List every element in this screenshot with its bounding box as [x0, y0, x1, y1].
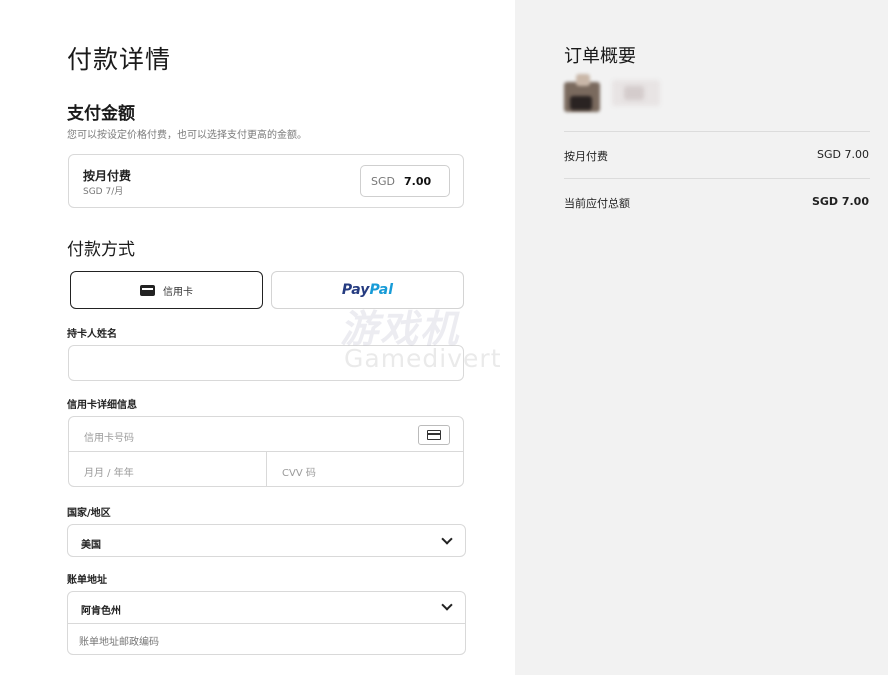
- credit-card-option-button[interactable]: 信用卡: [70, 271, 263, 309]
- credit-card-icon: [418, 425, 450, 445]
- billing-zip-input[interactable]: 账单地址邮政编码: [68, 624, 465, 654]
- cvv-input[interactable]: CVV 码: [267, 452, 463, 486]
- chevron-down-icon: [441, 533, 453, 545]
- plan-name: 按月付费: [83, 169, 132, 183]
- amount-input[interactable]: SGD 7.00: [360, 165, 450, 197]
- expiry-input[interactable]: 月月 / 年年: [69, 452, 267, 486]
- plan-price: SGD 7/月: [83, 187, 124, 197]
- payment-method-title: 付款方式: [67, 240, 135, 260]
- amount-card: 按月付费 SGD 7/月 SGD 7.00: [68, 154, 464, 208]
- paypal-logo: PayPal: [341, 282, 394, 298]
- card-number-placeholder: 信用卡号码: [84, 433, 134, 444]
- chevron-down-icon: [441, 599, 453, 611]
- credit-card-icon: [140, 284, 155, 296]
- cvv-placeholder: CVV 码: [282, 468, 316, 479]
- card-details-box: 信用卡号码 月月 / 年年 CVV 码: [68, 416, 464, 487]
- billing-address-box: 阿肯色州 账单地址邮政编码: [67, 591, 466, 655]
- summary-divider: [564, 178, 870, 179]
- credit-card-option-label: 信用卡: [163, 286, 193, 298]
- card-number-input[interactable]: 信用卡号码: [69, 417, 463, 452]
- amount-subtitle: 您可以按设定价格付费，也可以选择支付更高的金额。: [67, 130, 307, 141]
- cardholder-name-input[interactable]: [68, 345, 464, 381]
- product-thumbnail: [564, 74, 664, 119]
- currency-label: SGD: [371, 174, 395, 188]
- amount-value[interactable]: 7.00: [404, 175, 431, 188]
- order-summary-title: 订单概要: [564, 46, 636, 67]
- summary-total-label: 当前应付总额: [564, 197, 630, 210]
- summary-divider: [564, 131, 870, 132]
- expiry-placeholder: 月月 / 年年: [84, 468, 134, 479]
- country-label: 国家/地区: [67, 508, 111, 519]
- summary-row-value: SGD 7.00: [817, 148, 869, 161]
- page-title: 付款详情: [67, 45, 172, 74]
- billing-state-value: 阿肯色州: [81, 606, 121, 617]
- amount-section-title: 支付金额: [67, 104, 135, 124]
- paypal-option-button[interactable]: PayPal: [271, 271, 464, 309]
- billing-address-label: 账单地址: [67, 575, 107, 586]
- billing-state-select[interactable]: 阿肯色州: [68, 592, 465, 624]
- summary-total-value: SGD 7.00: [811, 195, 869, 208]
- country-selected-value: 美国: [81, 540, 101, 551]
- cardholder-name-label: 持卡人姓名: [67, 329, 117, 340]
- country-select[interactable]: 美国: [67, 524, 466, 557]
- billing-zip-placeholder: 账单地址邮政编码: [79, 637, 159, 648]
- summary-row-label: 按月付费: [564, 150, 608, 163]
- card-details-label: 信用卡详细信息: [67, 400, 137, 411]
